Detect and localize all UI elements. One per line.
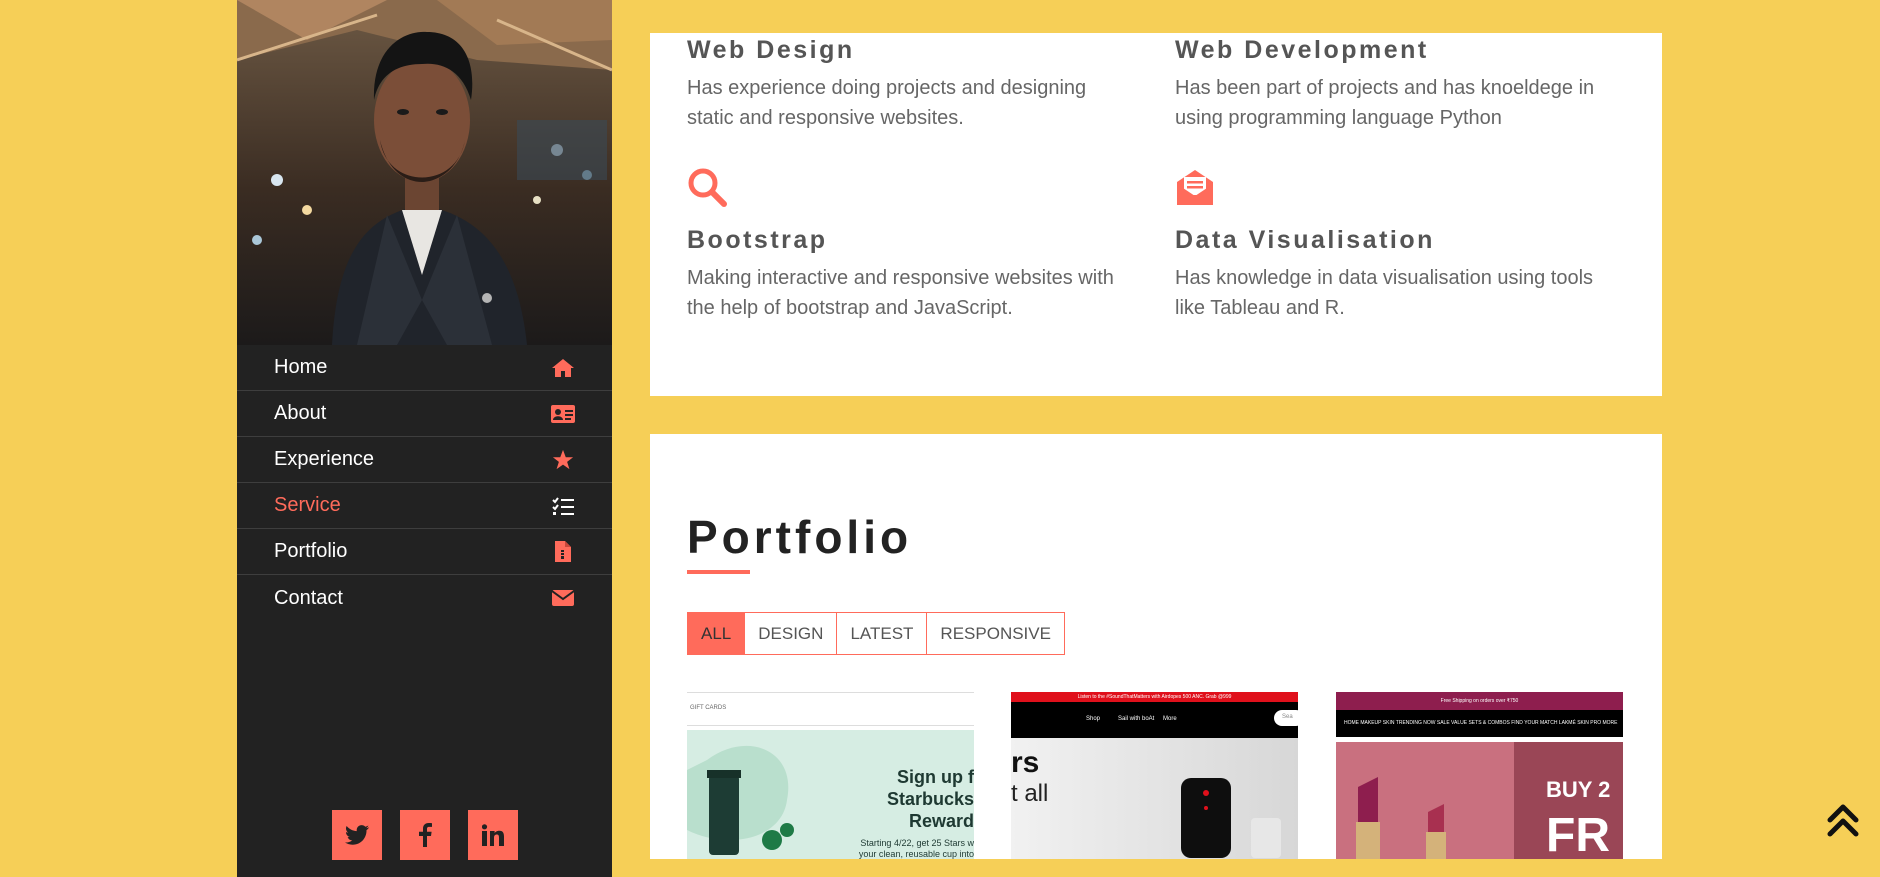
twitter-icon [344, 825, 369, 845]
lipstick-illustration [1356, 777, 1446, 859]
thumb-hero: Sign up f Starbucks Reward Starting 4/22… [687, 730, 974, 859]
portfolio-filters: ALL DESIGN LATEST RESPONSIVE [687, 612, 1065, 655]
nav-label: Experience [274, 448, 375, 470]
twitter-button[interactable] [331, 810, 382, 860]
thumb-header: GIFT CARDS [687, 692, 974, 726]
nav-label: About [274, 402, 327, 424]
service-description: Has knowledge in data visualisation usin… [1175, 267, 1594, 319]
thumb-menu: Shop [1086, 716, 1101, 722]
headline-line: Reward [908, 811, 974, 831]
nav-item-home[interactable]: Home [237, 345, 612, 391]
thumb-nav: HOME MAKEUP SKIN TRENDING NOW SALE VALUE… [1336, 710, 1623, 737]
search-icon [687, 167, 727, 212]
id-card-icon [551, 403, 575, 425]
portfolio-thumb-starbucks[interactable]: GIFT CARDS Sign up f Starbucks Reward St… [687, 692, 974, 859]
filter-latest[interactable]: LATEST [836, 612, 928, 655]
nav-item-service[interactable]: Service [237, 483, 612, 529]
service-web-development: Web Development Has been part of project… [1175, 36, 1615, 133]
home-icon [551, 357, 575, 379]
hero-text: t all [1011, 780, 1049, 807]
linkedin-button[interactable] [467, 810, 518, 860]
thumb-menu: More [1163, 716, 1177, 722]
service-description: Has been part of projects and has knoeld… [1175, 77, 1595, 129]
double-chevron-up-icon [1827, 804, 1859, 837]
thumb-hero: rs t all [1011, 738, 1298, 859]
service-description: Has experience doing projects and design… [687, 77, 1087, 129]
thumb-nav: Shop Sail with boAt More Sea [1011, 702, 1298, 738]
service-description: Making interactive and responsive websit… [687, 267, 1114, 319]
facebook-button[interactable] [399, 810, 450, 860]
filter-responsive[interactable]: RESPONSIVE [926, 612, 1065, 655]
thumb-menu: Sail with boAt [1118, 716, 1155, 722]
service-title: Web Development [1175, 36, 1429, 64]
service-data-visualisation: Data Visualisation Has knowledge in data… [1175, 226, 1615, 323]
hero-text: rs [1011, 746, 1040, 779]
thumb-small-text: Starting 4/22, get 25 Stars w your clean… [859, 838, 974, 859]
portfolio-thumb-lakme[interactable]: Free Shipping on orders over ₹750 HOME M… [1336, 692, 1623, 859]
thumb-headline: Sign up f Starbucks Reward [887, 766, 974, 832]
portfolio-section: Portfolio ALL DESIGN LATEST RESPONSIVE G… [650, 434, 1662, 859]
service-title: Web Design [687, 36, 855, 64]
small-line: Starting 4/22, get 25 Stars w [860, 838, 974, 848]
headline-line: Sign up f [897, 767, 974, 787]
filter-design[interactable]: DESIGN [744, 612, 838, 655]
small-line: your clean, reusable cup into [858, 849, 974, 859]
nav-label: Portfolio [274, 540, 348, 562]
nav-item-experience[interactable]: Experience [237, 437, 612, 483]
services-section: Web Design Has experience doing projects… [650, 33, 1662, 396]
thumb-banner: Free Shipping on orders over ₹750 [1336, 692, 1623, 710]
thumb-banner: Listen to the #SoundThatMatters with Air… [1011, 692, 1298, 702]
thumb-search: Sea [1274, 710, 1298, 726]
service-title: Bootstrap [687, 226, 828, 254]
hero-text: BUY 2 [1546, 777, 1611, 802]
facebook-icon [418, 823, 432, 847]
nav-label: Service [274, 494, 341, 516]
headline-line: Starbucks [886, 789, 974, 809]
star-icon [551, 449, 575, 471]
nav-label: Home [274, 356, 328, 378]
thumb-search-text: Sea [1282, 714, 1293, 720]
nav-label: Contact [274, 586, 343, 609]
hero-text: FR [1546, 809, 1610, 859]
service-bootstrap: Bootstrap Making interactive and respons… [687, 226, 1127, 323]
social-links [237, 810, 612, 860]
nav-item-portfolio[interactable]: Portfolio [237, 529, 612, 575]
task-list-icon [551, 495, 575, 517]
portfolio-title: Portfolio [687, 511, 913, 563]
nav-item-about[interactable]: About [237, 391, 612, 437]
filter-all[interactable]: ALL [687, 612, 746, 655]
linkedin-icon [481, 824, 504, 846]
nav-item-contact[interactable]: Contact [237, 575, 612, 621]
service-web-design: Web Design Has experience doing projects… [687, 36, 1127, 133]
title-underline [687, 570, 750, 574]
main-nav: Home About Experience Service Portfolio [237, 345, 612, 621]
sidebar: Home About Experience Service Portfolio [237, 0, 612, 877]
scroll-to-top-button[interactable] [1826, 800, 1860, 840]
speaker-illustration [1181, 778, 1281, 858]
file-icon [551, 541, 575, 563]
profile-photo [237, 0, 612, 345]
cup-illustration [687, 745, 794, 855]
envelope-icon [551, 587, 575, 609]
portfolio-thumb-boat[interactable]: Listen to the #SoundThatMatters with Air… [1011, 692, 1298, 859]
thumb-header-text: GIFT CARDS [690, 705, 727, 711]
envelope-open-icon [1175, 167, 1215, 212]
thumb-hero: BUY 2 FR [1336, 742, 1623, 859]
service-title: Data Visualisation [1175, 226, 1435, 254]
